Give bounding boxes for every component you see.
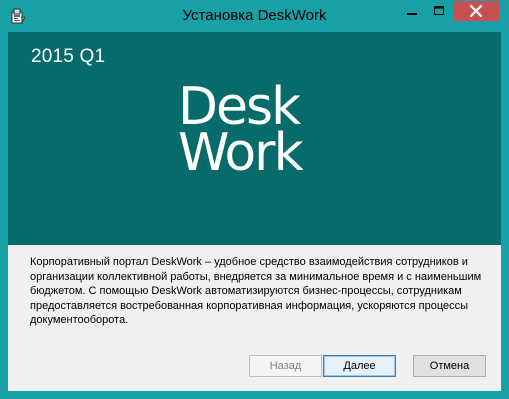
minimize-icon — [399, 1, 425, 21]
back-button[interactable]: Назад — [249, 355, 322, 377]
version-label: 2015 Q1 — [31, 46, 106, 67]
cancel-button[interactable]: Отмена — [413, 355, 486, 377]
title-bar[interactable]: Установка DeskWork — [0, 0, 509, 32]
installer-window: Установка DeskWork 2015 Q1 Desk Work Кор… — [0, 0, 509, 399]
close-button[interactable] — [453, 1, 499, 21]
close-icon — [453, 1, 499, 21]
logo-line-work: Work — [178, 123, 304, 183]
content-panel: Корпоративный портал DeskWork – удобное … — [8, 245, 501, 391]
maximize-icon — [426, 1, 452, 21]
next-button[interactable]: Далее — [323, 355, 396, 377]
minimize-button[interactable] — [399, 1, 425, 21]
product-description: Корпоративный портал DeskWork – удобное … — [30, 256, 482, 326]
maximize-button[interactable] — [426, 1, 452, 21]
banner: 2015 Q1 Desk Work — [8, 32, 501, 245]
deskwork-logo: Desk Work — [178, 81, 338, 183]
